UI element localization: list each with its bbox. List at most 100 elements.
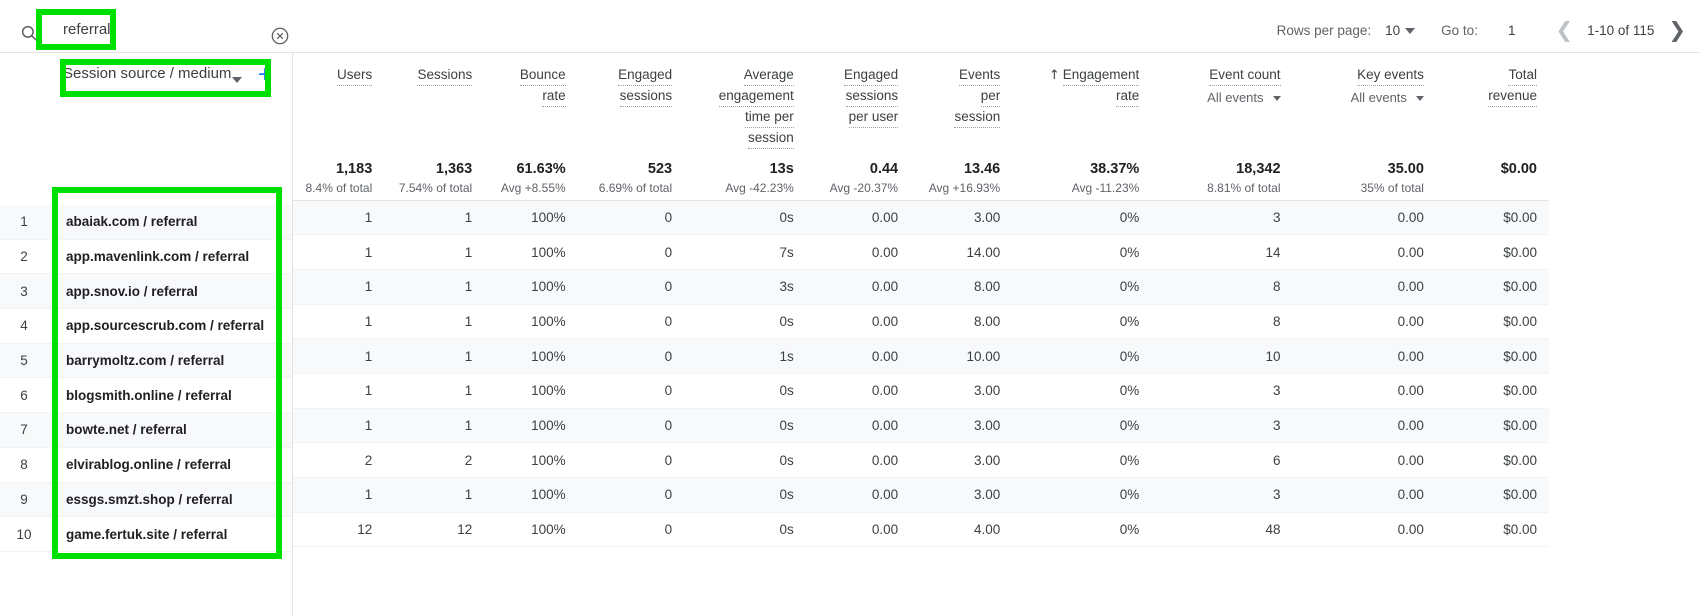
cell-key_events: 0.00 xyxy=(1292,338,1436,374)
cell-avg_eng_time: 0s xyxy=(684,408,806,444)
row-label[interactable]: 5 barrymoltz.com / referral xyxy=(0,343,292,379)
table-row[interactable]: 1 1 100% 0 0s 0.00 3.00 0% 3 0.00 $0.00 xyxy=(293,373,1549,409)
clear-search-icon[interactable] xyxy=(270,26,290,46)
cell-total_revenue: $0.00 xyxy=(1435,269,1549,305)
table-row[interactable]: 1 1 100% 0 0s 0.00 3.00 0% 3 0.00 $0.00 xyxy=(293,408,1549,444)
table-row[interactable]: 12 12 100% 0 0s 0.00 4.00 0% 48 0.00 $0.00 xyxy=(293,512,1549,548)
summary-cell-events_session: 13.46 Avg +16.93% xyxy=(910,153,1013,201)
row-dimension-value[interactable]: game.fertuk.site / referral xyxy=(48,527,227,542)
table-row[interactable]: 1 1 100% 0 0s 0.00 8.00 0% 8 0.00 $0.00 xyxy=(293,304,1549,340)
cell-eng_sess_user: 0.00 xyxy=(805,373,911,409)
rows-per-page-chevron-down-icon[interactable] xyxy=(1405,27,1416,34)
column-header-total_revenue[interactable]: Total revenue xyxy=(1436,53,1549,153)
row-dimension-value[interactable]: bowte.net / referral xyxy=(48,422,187,437)
summary-value: 523 xyxy=(647,161,673,177)
cell-bounce_rate: 100% xyxy=(484,373,578,409)
row-label[interactable]: 10 game.fertuk.site / referral xyxy=(0,517,292,552)
cell-engagement_rate: 0% xyxy=(1012,338,1152,374)
row-label[interactable]: 7 bowte.net / referral xyxy=(0,413,292,448)
summary-value: 1,183 xyxy=(335,161,373,177)
table-row[interactable]: 1 1 100% 0 0s 0.00 3.00 0% 3 0.00 $0.00 xyxy=(293,477,1549,513)
column-header-avg_eng_time[interactable]: Average engagement time per session xyxy=(684,53,806,153)
row-dimension-value[interactable]: app.mavenlink.com / referral xyxy=(48,249,249,264)
row-dimension-value[interactable]: app.snov.io / referral xyxy=(48,284,198,299)
row-label[interactable]: 6 blogsmith.online / referral xyxy=(0,378,292,414)
chevron-down-icon[interactable] xyxy=(1272,96,1281,102)
table-row[interactable]: 1 1 100% 0 7s 0.00 14.00 0% 14 0.00 $0.00 xyxy=(293,234,1549,270)
cell-engaged_sessions: 0 xyxy=(577,512,685,548)
row-label[interactable]: 2 app.mavenlink.com / referral xyxy=(0,240,292,275)
cell-eng_sess_user: 0.00 xyxy=(805,408,911,444)
table-row[interactable]: 1 1 100% 0 1s 0.00 10.00 0% 10 0.00 $0.00 xyxy=(293,338,1549,374)
dimension-chevron-down-icon[interactable] xyxy=(232,77,242,83)
chevron-left-icon[interactable]: ❮ xyxy=(1555,20,1573,41)
column-header-key_events[interactable]: Key events All events xyxy=(1293,53,1436,153)
summary-value: 35.00 xyxy=(1387,161,1424,177)
column-header-events_session[interactable]: Events per session xyxy=(910,53,1012,153)
row-label[interactable]: 1 abaiak.com / referral xyxy=(0,205,292,240)
row-dimension-value[interactable]: essgs.smzt.shop / referral xyxy=(48,492,233,507)
search-input[interactable] xyxy=(63,21,243,38)
column-filter-event_count[interactable]: All events xyxy=(1155,90,1281,105)
cell-total_revenue: $0.00 xyxy=(1435,234,1549,270)
row-label[interactable]: 4 app.sourcescrub.com / referral xyxy=(0,309,292,344)
dimension-selector-row: Session source / medium + xyxy=(0,53,292,193)
cell-engagement_rate: 0% xyxy=(1012,442,1152,478)
row-dimension-value[interactable]: barrymoltz.com / referral xyxy=(48,353,224,368)
row-index: 9 xyxy=(20,491,28,507)
analytics-report-table: Rows per page: 10 Go to: 1 ❮ 1-10 of 115… xyxy=(0,0,1700,615)
row-dimension-value[interactable]: app.sourcescrub.com / referral xyxy=(48,318,264,333)
cell-events_session: 4.00 xyxy=(910,512,1013,548)
row-label[interactable]: 8 elvirablog.online / referral xyxy=(0,448,292,483)
summary-cell-key_events: 35.00 35% of total xyxy=(1292,153,1436,201)
cell-key_events: 0.00 xyxy=(1292,200,1436,236)
dimension-label[interactable]: Session source / medium xyxy=(63,65,231,82)
column-header-users[interactable]: Users xyxy=(293,53,384,153)
summary-subtext: Avg +16.93% xyxy=(928,181,1001,195)
cell-engagement_rate: 0% xyxy=(1012,477,1152,513)
column-header-line: time per xyxy=(745,107,794,128)
cell-users: 1 xyxy=(293,338,385,374)
cell-events_session: 8.00 xyxy=(910,269,1013,305)
cell-key_events: 0.00 xyxy=(1292,269,1436,305)
row-label[interactable]: 9 essgs.smzt.shop / referral xyxy=(0,482,292,518)
search-icon[interactable] xyxy=(20,24,38,42)
cell-bounce_rate: 100% xyxy=(484,234,578,270)
table-row[interactable]: 2 2 100% 0 0s 0.00 3.00 0% 6 0.00 $0.00 xyxy=(293,442,1549,478)
column-header-engagement_rate[interactable]: ↑ Engagement rate xyxy=(1012,53,1151,153)
cell-bounce_rate: 100% xyxy=(484,304,578,340)
cell-avg_eng_time: 1s xyxy=(684,338,806,374)
table-row[interactable]: 1 1 100% 0 0s 0.00 3.00 0% 3 0.00 $0.00 xyxy=(293,200,1549,236)
column-header-line: Events xyxy=(958,65,1001,86)
table-row[interactable]: 1 1 100% 0 3s 0.00 8.00 0% 8 0.00 $0.00 xyxy=(293,269,1549,305)
cell-engaged_sessions: 0 xyxy=(577,304,685,340)
cell-engaged_sessions: 0 xyxy=(577,477,685,513)
cell-users: 1 xyxy=(293,477,385,513)
goto-page-value[interactable]: 1 xyxy=(1508,23,1516,38)
row-label[interactable]: 3 app.snov.io / referral xyxy=(0,274,292,310)
row-dimension-value[interactable]: elvirablog.online / referral xyxy=(48,457,231,472)
cell-avg_eng_time: 0s xyxy=(684,442,806,478)
column-header-engaged_sessions[interactable]: Engaged sessions xyxy=(578,53,684,153)
column-header-line: Average xyxy=(743,65,794,86)
chevron-right-icon[interactable]: ❯ xyxy=(1668,20,1686,41)
metrics-grid: Users Sessions Bounce rate Engaged sessions Av… xyxy=(292,53,1700,615)
cell-event_count: 3 xyxy=(1151,477,1293,513)
cell-sessions: 2 xyxy=(384,442,485,478)
column-filter-key_events[interactable]: All events xyxy=(1297,90,1424,105)
add-dimension-plus-icon[interactable]: + xyxy=(258,63,272,87)
cell-event_count: 8 xyxy=(1151,269,1293,305)
column-header-bounce_rate[interactable]: Bounce rate xyxy=(484,53,577,153)
column-header-eng_sess_user[interactable]: Engaged sessions per user xyxy=(806,53,910,153)
rows-per-page-value[interactable]: 10 xyxy=(1385,23,1400,38)
summary-cell-event_count: 18,342 8.81% of total xyxy=(1151,153,1293,201)
column-header-event_count[interactable]: Event count All events xyxy=(1151,53,1292,153)
row-dimension-value[interactable]: blogsmith.online / referral xyxy=(48,388,232,403)
cell-users: 12 xyxy=(293,512,385,548)
chevron-down-icon[interactable] xyxy=(1415,96,1424,102)
cell-engagement_rate: 0% xyxy=(1012,304,1152,340)
column-header-sessions[interactable]: Sessions xyxy=(384,53,484,153)
row-dimension-value[interactable]: abaiak.com / referral xyxy=(48,214,197,229)
summary-cell-avg_eng_time: 13s Avg -42.23% xyxy=(684,153,806,201)
row-index: 10 xyxy=(16,526,32,542)
